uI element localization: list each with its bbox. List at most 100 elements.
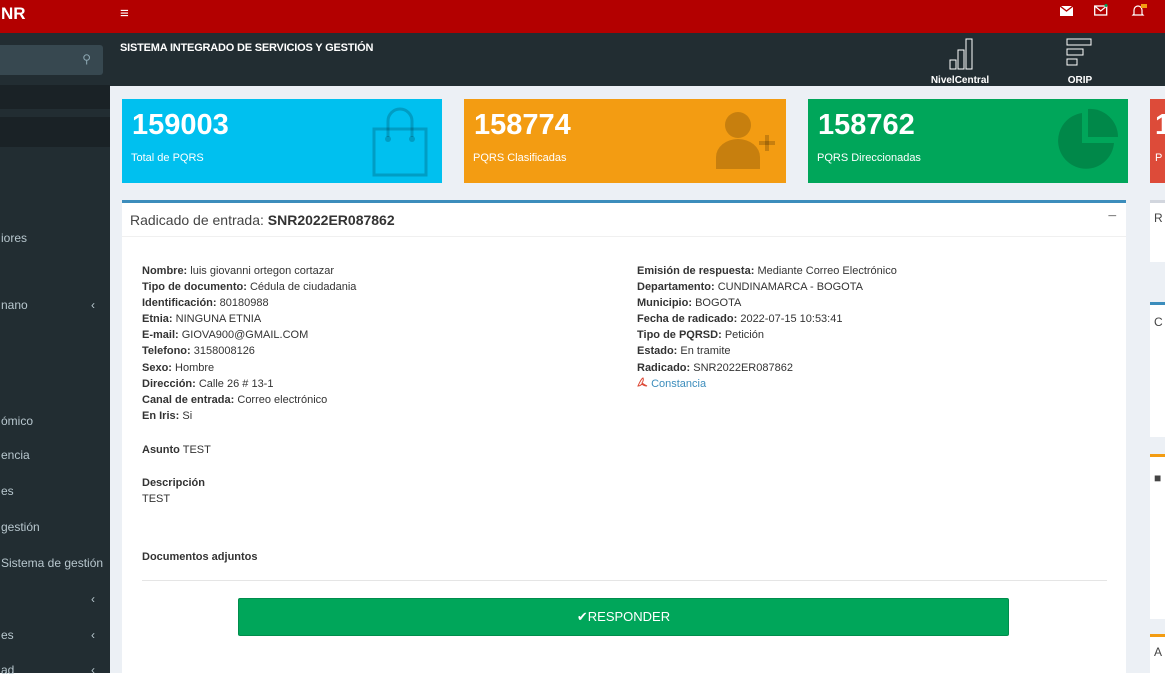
- sidebar-item[interactable]: ad ‹: [0, 663, 110, 677]
- detail-value: BOGOTA: [695, 297, 742, 310]
- stat-label: P: [1155, 152, 1163, 164]
- pie-chart-icon: [1058, 108, 1119, 169]
- asunto-section: Asunto TEST: [142, 444, 211, 456]
- detail-value: Hombre: [175, 361, 215, 374]
- stat-label: PQRS Direccionadas: [817, 152, 921, 164]
- stat-box-clasificadas[interactable]: 158774 PQRS Clasificadas: [464, 99, 786, 183]
- search-icon[interactable]: ⚲: [82, 52, 91, 66]
- detail-key: Emisión de respuesta:: [637, 265, 755, 277]
- lock-icon: ■: [1154, 471, 1162, 485]
- sidebar-item[interactable]: iores: [0, 231, 110, 245]
- detail-row: Identificación: 80180988: [142, 295, 356, 311]
- detail-row: Tipo de documento: Cédula de ciudadania: [142, 279, 356, 295]
- detail-value: SNR2022ER087862: [693, 361, 793, 374]
- divider: [142, 580, 1107, 581]
- detail-key: Fecha de radicado:: [637, 313, 738, 326]
- detail-value: Petición: [724, 329, 764, 342]
- sidebar-item[interactable]: nano ‹: [0, 298, 110, 312]
- sidebar-item[interactable]: ‹: [0, 592, 110, 608]
- list-icon: [1066, 38, 1092, 66]
- brand-logo[interactable]: NR: [0, 0, 110, 33]
- sidebar-header: [0, 117, 110, 147]
- sidebar-item[interactable]: ómico: [0, 414, 110, 428]
- chevron-left-icon: ‹: [91, 298, 95, 312]
- adjuntos-section: Documentos adjuntos: [142, 551, 258, 563]
- detail-key: Canal de entrada:: [142, 393, 235, 406]
- detail-key: Estado:: [637, 345, 678, 358]
- detail-value: 3158008126: [193, 345, 255, 358]
- sidebar: ⚲ iores nano ‹ ómico encia es gestión Sis…: [0, 33, 110, 677]
- detail-value: Cédula de ciudadania: [249, 281, 357, 294]
- detail-row: Radicado: SNR2022ER087862: [637, 360, 897, 376]
- detail-row: Nombre: luis giovanni ortegon cortazar: [142, 263, 356, 279]
- detail-row: Emisión de respuesta: Mediante Correo El…: [637, 263, 897, 279]
- detail-row: Departamento: CUNDINAMARCA - BOGOTA: [637, 279, 897, 295]
- detail-key: E-mail:: [142, 329, 179, 342]
- constancia-link[interactable]: Constancia: [637, 376, 897, 392]
- orip-tile[interactable]: ORIP: [1045, 35, 1115, 86]
- detail-key: Municipio:: [637, 297, 692, 310]
- search-input[interactable]: ⚲: [0, 45, 103, 75]
- stat-value: 159003: [132, 109, 229, 141]
- sidebar-item[interactable]: encia: [0, 448, 110, 462]
- detail-row: Dirección: Calle 26 # 13-1: [142, 376, 356, 392]
- detail-key: Etnia:: [142, 313, 173, 326]
- detail-key: Departamento:: [637, 281, 715, 294]
- stat-box-partial[interactable]: 1 P: [1150, 99, 1165, 183]
- detail-row: Estado: En tramite: [637, 343, 897, 359]
- detail-value: Correo electrónico: [237, 393, 328, 406]
- detail-value: Si: [182, 409, 193, 422]
- envelope-icon[interactable]: [1059, 4, 1074, 19]
- collapse-button[interactable]: −: [1108, 208, 1117, 226]
- page-header: SISTEMA INTEGRADO DE SERVICIOS Y GESTIÓN…: [110, 33, 1165, 86]
- detail-value: Mediante Correo Electrónico: [757, 265, 897, 277]
- detail-key: Telefono:: [142, 345, 191, 358]
- nivel-central-tile[interactable]: NivelCentral: [925, 35, 995, 86]
- sidebar-item[interactable]: es: [0, 484, 110, 498]
- detail-value: En tramite: [680, 345, 731, 358]
- chevron-left-icon: ‹: [91, 592, 95, 606]
- bars-icon[interactable]: ≡: [120, 5, 129, 22]
- sidebar-item[interactable]: es ‹: [0, 628, 110, 642]
- detail-value: CUNDINAMARCA - BOGOTA: [717, 281, 863, 294]
- detail-row: E-mail: GIOVA900@GMAIL.COM: [142, 327, 356, 343]
- bell-icon[interactable]: [1131, 4, 1147, 21]
- panel-header: Radicado de entrada: SNR2022ER087862 −: [122, 203, 1126, 237]
- detail-key: Dirección:: [142, 377, 196, 390]
- stat-value: 158762: [818, 109, 915, 141]
- detail-key: Tipo de documento:: [142, 281, 247, 294]
- user-plus-icon: [716, 112, 775, 169]
- detail-key: Identificación:: [142, 297, 217, 310]
- detail-row: Canal de entrada: Correo electrónico: [142, 392, 356, 408]
- check-icon: ✔: [576, 609, 588, 624]
- side-box: C: [1150, 302, 1165, 437]
- detail-value: 2022-07-15 10:53:41: [740, 313, 843, 326]
- stat-box-direccionadas[interactable]: 158762 PQRS Direccionadas: [808, 99, 1128, 183]
- descripcion-value: TEST: [142, 493, 171, 505]
- stat-box-total[interactable]: 159003 Total de PQRS: [122, 99, 442, 183]
- detail-row: Sexo: Hombre: [142, 360, 356, 376]
- bar-chart-icon: [949, 38, 973, 70]
- detail-value: 80180988: [219, 297, 269, 310]
- respond-button[interactable]: ✔RESPONDER: [238, 598, 1009, 636]
- detail-value: Calle 26 # 13-1: [198, 377, 274, 390]
- sidebar-item[interactable]: Sistema de gestión: [0, 556, 110, 570]
- radicado-panel: Radicado de entrada: SNR2022ER087862 − N…: [122, 200, 1126, 673]
- stat-value: 158774: [474, 109, 571, 141]
- shopping-bag-icon: [372, 107, 428, 177]
- side-box: A: [1150, 634, 1165, 673]
- side-box: ■: [1150, 454, 1165, 619]
- stat-label: PQRS Clasificadas: [473, 152, 567, 164]
- inbox-icon[interactable]: [1094, 4, 1108, 19]
- stat-label: Total de PQRS: [131, 152, 204, 164]
- sidebar-item[interactable]: gestión: [0, 520, 110, 534]
- detail-value: luis giovanni ortegon cortazar: [190, 265, 334, 277]
- chevron-left-icon: ‹: [91, 663, 95, 677]
- details-right-column: Emisión de respuesta: Mediante Correo El…: [637, 263, 897, 392]
- detail-key: Sexo:: [142, 361, 172, 374]
- sidebar-user-panel: [0, 85, 110, 109]
- detail-row: Etnia: NINGUNA ETNIA: [142, 311, 356, 327]
- detail-key: Nombre:: [142, 265, 188, 277]
- descripcion-section: Descripción TEST: [142, 475, 205, 507]
- detail-row: Municipio: BOGOTA: [637, 295, 897, 311]
